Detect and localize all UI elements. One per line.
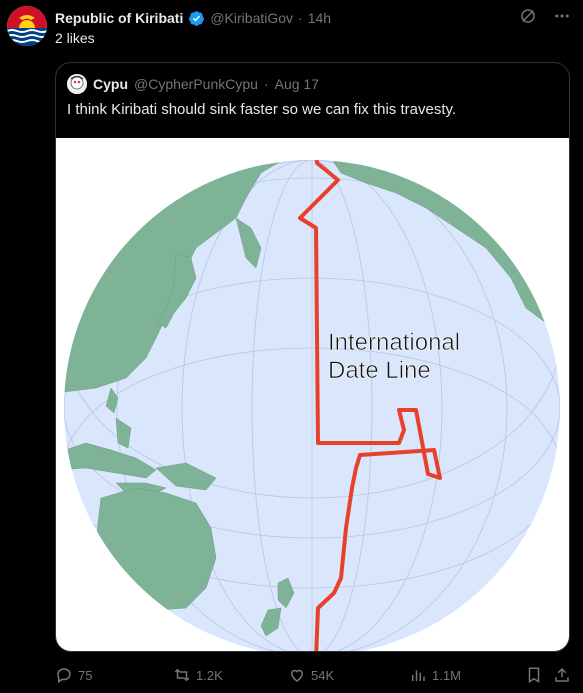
reply-button[interactable]: 75 bbox=[55, 660, 92, 690]
tweet-header: Republic of Kiribati @KiribatiGov · 14h bbox=[55, 9, 331, 27]
globe-map-image[interactable]: International Date Line bbox=[56, 138, 569, 651]
verified-badge-icon bbox=[188, 10, 205, 27]
author-name[interactable]: Republic of Kiribati bbox=[55, 10, 183, 26]
post-time[interactable]: 14h bbox=[308, 10, 331, 26]
quote-author-handle[interactable]: @CypherPunkCypu bbox=[134, 76, 258, 92]
views-button[interactable]: 1.1M bbox=[409, 660, 461, 690]
author-handle[interactable]: @KiribatiGov bbox=[210, 10, 293, 26]
share-button[interactable] bbox=[553, 660, 571, 690]
kiribati-avatar[interactable] bbox=[7, 6, 47, 46]
top-right-actions bbox=[519, 7, 571, 25]
repost-button[interactable]: 1.2K bbox=[173, 660, 223, 690]
map-label-line1: International bbox=[328, 329, 460, 356]
quoted-tweet-card[interactable]: Cypu @CypherPunkCypu · Aug 17 I think Ki… bbox=[55, 62, 570, 652]
separator-dot: · bbox=[298, 10, 303, 26]
views-icon bbox=[409, 666, 427, 684]
views-count: 1.1M bbox=[432, 667, 461, 683]
action-bar: 75 1.2K 54K 1.1M bbox=[55, 660, 570, 690]
bookmark-button[interactable] bbox=[525, 660, 543, 690]
likes-count-text[interactable]: 2 likes bbox=[55, 30, 95, 46]
quote-header: Cypu @CypherPunkCypu · Aug 17 bbox=[67, 74, 319, 94]
like-button[interactable]: 54K bbox=[288, 660, 334, 690]
map-label-line2: Date Line bbox=[328, 357, 431, 384]
reply-count: 75 bbox=[78, 667, 93, 683]
quote-avatar[interactable] bbox=[67, 74, 87, 94]
quote-separator-dot: · bbox=[263, 76, 269, 92]
repost-icon bbox=[173, 666, 191, 684]
like-icon bbox=[288, 666, 306, 684]
quote-text: I think Kiribati should sink faster so w… bbox=[67, 101, 457, 118]
share-icon bbox=[553, 666, 571, 684]
quote-date[interactable]: Aug 17 bbox=[275, 76, 319, 92]
reply-icon bbox=[55, 666, 73, 684]
like-count: 54K bbox=[311, 667, 335, 683]
more-icon[interactable] bbox=[553, 7, 571, 25]
repost-count: 1.2K bbox=[196, 667, 223, 683]
quote-author-name[interactable]: Cypu bbox=[93, 76, 128, 92]
bookmark-icon bbox=[525, 666, 543, 684]
grok-icon[interactable] bbox=[519, 7, 537, 25]
